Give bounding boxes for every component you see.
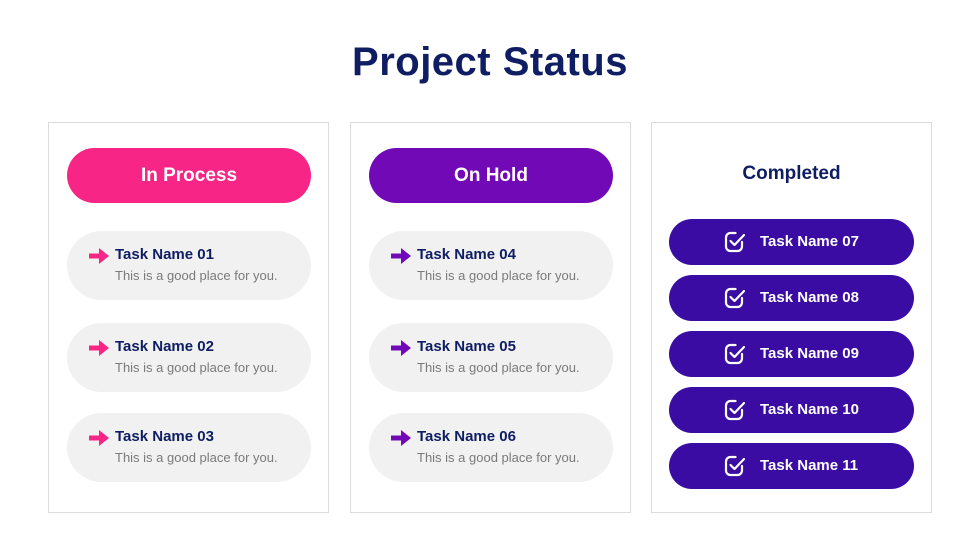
- in-process-column: In Process Task Name 01 This is a good p…: [48, 122, 329, 513]
- task-card[interactable]: Task Name 06 This is a good place for yo…: [369, 413, 613, 482]
- task-description: This is a good place for you.: [417, 360, 580, 375]
- task-description: This is a good place for you.: [115, 450, 278, 465]
- task-description: This is a good place for you.: [115, 360, 278, 375]
- task-card[interactable]: Task Name 01 This is a good place for yo…: [67, 231, 311, 300]
- on-hold-column: On Hold Task Name 04 This is a good plac…: [350, 122, 631, 513]
- checkbox-checked-icon: [724, 343, 746, 365]
- task-name: Task Name 03: [115, 428, 214, 445]
- completed-task[interactable]: Task Name 11: [669, 443, 914, 489]
- task-name: Task Name 09: [760, 345, 859, 362]
- arrow-right-icon: [391, 340, 411, 356]
- task-description: This is a good place for you.: [417, 268, 580, 283]
- checkbox-checked-icon: [724, 399, 746, 421]
- task-name: Task Name 01: [115, 246, 214, 263]
- checkbox-checked-icon: [724, 287, 746, 309]
- completed-header: Completed: [742, 163, 841, 184]
- completed-task[interactable]: Task Name 10: [669, 387, 914, 433]
- task-name: Task Name 05: [417, 338, 516, 355]
- task-name: Task Name 11: [760, 457, 859, 474]
- task-card[interactable]: Task Name 02 This is a good place for yo…: [67, 323, 311, 392]
- checkbox-checked-icon: [724, 231, 746, 253]
- completed-task[interactable]: Task Name 09: [669, 331, 914, 377]
- task-name: Task Name 04: [417, 246, 516, 263]
- arrow-right-icon: [89, 248, 109, 264]
- page-title: Project Status: [352, 40, 628, 84]
- task-name: Task Name 07: [760, 233, 859, 250]
- arrow-right-icon: [391, 430, 411, 446]
- checkbox-checked-icon: [724, 455, 746, 477]
- arrow-right-icon: [89, 340, 109, 356]
- arrow-right-icon: [391, 248, 411, 264]
- task-name: Task Name 10: [760, 401, 859, 418]
- in-process-header: In Process: [67, 148, 311, 203]
- on-hold-header: On Hold: [369, 148, 613, 203]
- task-name: Task Name 08: [760, 289, 859, 306]
- arrow-right-icon: [89, 430, 109, 446]
- task-name: Task Name 02: [115, 338, 214, 355]
- task-card[interactable]: Task Name 04 This is a good place for yo…: [369, 231, 613, 300]
- task-card[interactable]: Task Name 03 This is a good place for yo…: [67, 413, 311, 482]
- task-description: This is a good place for you.: [115, 268, 278, 283]
- task-name: Task Name 06: [417, 428, 516, 445]
- task-card[interactable]: Task Name 05 This is a good place for yo…: [369, 323, 613, 392]
- completed-column: Completed Task Name 07 Task Name 08 Task…: [651, 122, 932, 513]
- completed-task[interactable]: Task Name 07: [669, 219, 914, 265]
- completed-task[interactable]: Task Name 08: [669, 275, 914, 321]
- task-description: This is a good place for you.: [417, 450, 580, 465]
